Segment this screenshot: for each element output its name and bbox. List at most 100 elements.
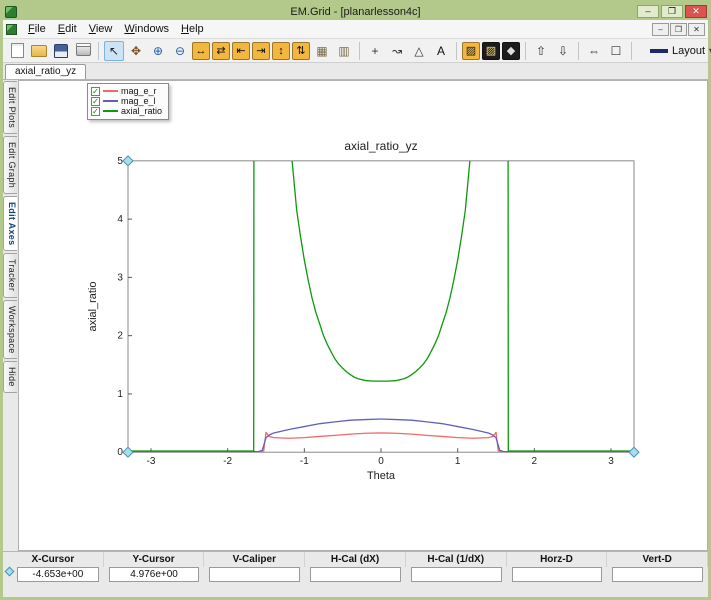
- menu-edit[interactable]: Edit: [52, 21, 83, 37]
- legend-color-swatch: [103, 90, 118, 92]
- fit-height-icon[interactable]: ↕: [272, 41, 290, 60]
- tracker-curve-icon[interactable]: ↝: [387, 41, 407, 61]
- status-header: H-Cal (dX): [305, 552, 406, 567]
- side-tab-hide[interactable]: Hide: [3, 361, 17, 394]
- text-annotation-icon[interactable]: A: [431, 41, 451, 61]
- status-value: [410, 567, 502, 582]
- x-tick-label: -3: [147, 456, 156, 467]
- zoom-out-icon[interactable]: ⊖: [170, 41, 190, 61]
- legend-item: ✓ mag_e_r: [91, 86, 162, 96]
- app-icon[interactable]: [5, 5, 17, 18]
- pan-left-icon[interactable]: ⇤: [232, 41, 250, 60]
- chart-title: axial_ratio_yz: [344, 139, 417, 153]
- plot-tab-axial_ratio_yz[interactable]: axial_ratio_yz: [5, 64, 87, 79]
- chart-panel: -3 -2 -1 0 1 2 3 0 1 2 3 4 5 axial_ratio_yz Theta axial…: [18, 80, 708, 551]
- legend-color-swatch: [103, 110, 118, 112]
- toolbar-separator: [525, 41, 526, 60]
- window-controls: – ❐ ✕: [637, 5, 708, 18]
- status-column-x-cursor: X-Cursor -4.653e+00: [3, 552, 104, 584]
- status-columns: X-Cursor -4.653e+00 Y-Cursor 4.976e+00 V-Cal…: [3, 551, 709, 584]
- plot-frame: [127, 160, 635, 453]
- y-tick-label: 4: [117, 214, 123, 225]
- legend-item: ✓ axial_ratio: [91, 106, 162, 116]
- minimize-button[interactable]: –: [637, 5, 659, 18]
- side-tab-tracker[interactable]: Tracker: [3, 253, 17, 298]
- print-icon[interactable]: [73, 41, 93, 61]
- y-tick-label: 0: [117, 447, 123, 458]
- side-tab-edit-axes[interactable]: Edit Axes: [3, 196, 17, 252]
- x-tick-label: -1: [300, 456, 309, 467]
- data-table-icon[interactable]: ▦: [312, 41, 332, 61]
- menu-help[interactable]: Help: [175, 21, 210, 37]
- y-tick-label: 5: [117, 156, 123, 167]
- status-bar: X-Cursor -4.653e+00 Y-Cursor 4.976e+00 V-Cal…: [3, 551, 709, 597]
- toolbar-separator: [631, 41, 632, 60]
- image-export-icon[interactable]: ▨: [462, 41, 480, 60]
- new-file-icon[interactable]: [7, 41, 27, 61]
- menu-windows[interactable]: Windows: [118, 21, 175, 37]
- marker-up-icon[interactable]: ⇧: [531, 41, 551, 61]
- image-bw-icon[interactable]: ◆: [502, 41, 520, 60]
- x-tick-label: 1: [455, 456, 461, 467]
- status-column-v-caliper: V-Caliper: [204, 552, 306, 584]
- side-tab-workspace[interactable]: Workspace: [3, 299, 17, 360]
- side-tab-edit-plots[interactable]: Edit Plots: [3, 81, 17, 135]
- image-invert-icon[interactable]: ▨: [482, 41, 500, 60]
- zoom-in-icon[interactable]: ⊕: [148, 41, 168, 61]
- legend-label: axial_ratio: [121, 106, 163, 116]
- x-tick-label: -2: [223, 456, 232, 467]
- legend-checkbox[interactable]: ✓: [91, 106, 100, 116]
- pan-hand-icon[interactable]: ✥: [126, 41, 146, 61]
- plot-tab-strip: axial_ratio_yz: [3, 63, 708, 80]
- axis-span-icon[interactable]: ⇔: [584, 41, 604, 61]
- status-column-horz-d: Horz-D: [506, 552, 608, 584]
- menu-view[interactable]: View: [83, 21, 119, 37]
- expand-y-icon[interactable]: ⇅: [292, 41, 310, 60]
- status-column-h-cal-dx-: H-Cal (dX): [305, 552, 406, 584]
- status-header: V-Caliper: [204, 552, 306, 567]
- status-header: Y-Cursor: [104, 552, 205, 567]
- x-tick-label: 3: [608, 456, 614, 467]
- legend-checkbox[interactable]: ✓: [91, 96, 100, 106]
- status-value: -4.653e+00: [17, 567, 99, 582]
- fit-width-icon[interactable]: ↔: [192, 41, 210, 60]
- data-grid-icon[interactable]: ▥: [334, 41, 354, 61]
- maximize-button[interactable]: ❐: [661, 5, 683, 18]
- pan-right-icon[interactable]: ⇥: [252, 41, 270, 60]
- layout-dropdown[interactable]: Layout ▾: [644, 42, 711, 60]
- status-value: [511, 567, 603, 582]
- y-tick-label: 1: [117, 389, 123, 400]
- axis-span-check-icon[interactable]: ☐: [606, 41, 626, 61]
- menu-bar: File Edit View Windows Help – ❐ ✕: [3, 20, 708, 39]
- expand-x-icon[interactable]: ⇄: [212, 41, 230, 60]
- child-close-button[interactable]: ✕: [688, 22, 705, 36]
- cross-caliper-icon[interactable]: +: [365, 41, 385, 61]
- legend-box: ✓ mag_e_r ✓ mag_e_l ✓ axial_ratio: [87, 83, 170, 120]
- status-column-h-cal-1-dx-: H-Cal (1/dX): [405, 552, 507, 584]
- open-folder-icon[interactable]: [29, 41, 49, 61]
- status-value: [612, 567, 704, 582]
- child-window-icon[interactable]: [6, 23, 17, 35]
- side-tab-edit-graph[interactable]: Edit Graph: [3, 136, 17, 195]
- child-restore-button[interactable]: ❐: [670, 22, 687, 36]
- legend-checkbox[interactable]: ✓: [91, 86, 100, 96]
- delta-marker-icon[interactable]: △: [409, 41, 429, 61]
- title-bar: EM.Grid - [planarlesson4c] – ❐ ✕: [3, 3, 708, 20]
- status-header: X-Cursor: [3, 552, 104, 567]
- status-strip: [3, 584, 708, 597]
- legend-color-swatch: [103, 100, 118, 102]
- child-minimize-button[interactable]: –: [652, 22, 669, 36]
- toolbar-separator: [98, 41, 99, 60]
- status-header: H-Cal (1/dX): [406, 552, 507, 567]
- x-tick-label: 2: [532, 456, 538, 467]
- status-value: 4.976e+00: [108, 567, 200, 582]
- layout-label: Layout: [672, 44, 706, 57]
- status-column-vert-d: Vert-D: [607, 552, 709, 584]
- x-axis-label: Theta: [367, 470, 396, 482]
- menu-file[interactable]: File: [22, 21, 52, 37]
- marker-down-icon[interactable]: ⇩: [553, 41, 573, 61]
- save-icon[interactable]: [51, 41, 71, 61]
- toolbar-icons: ↖ ✥ ⊕ ⊖ ↔ ⇄ ⇤ ⇥ ↕ ⇅ ▦ ▥ + ↝ △ A ▨ ▨ ◆ ⇧ ⇩ ⇔ ☐: [6, 40, 636, 61]
- select-cursor-icon[interactable]: ↖: [104, 40, 124, 61]
- close-button[interactable]: ✕: [685, 5, 707, 18]
